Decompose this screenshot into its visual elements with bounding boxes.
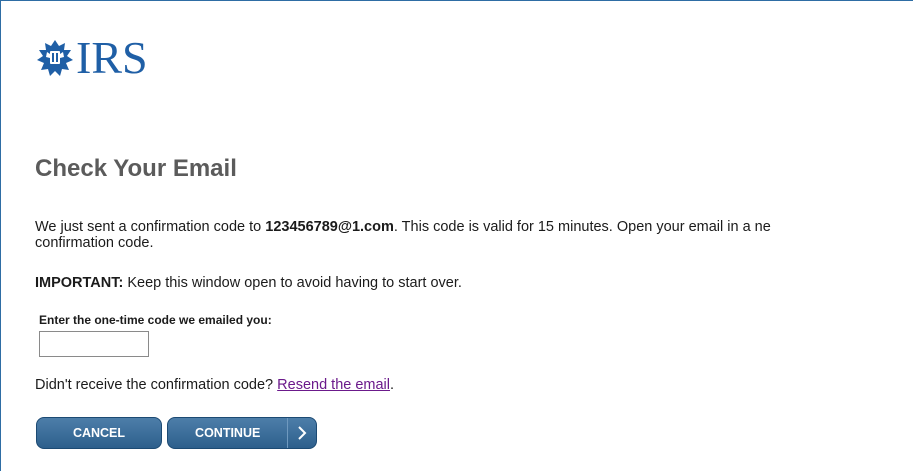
message-text-start: We just sent a confirmation code to [35,219,266,235]
confirmation-message: We just sent a confirmation code to 1234… [35,219,913,251]
resend-email-link[interactable]: Resend the email [277,377,390,393]
logo-text: IRS [76,32,148,83]
continue-button-label: CONTINUE [195,426,261,440]
continue-button[interactable]: CONTINUE [167,417,317,449]
message-line-1: We just sent a confirmation code to 1234… [35,219,913,235]
message-line-2: confirmation code. [35,235,154,251]
important-notice: IMPORTANT: Keep this window open to avoi… [35,275,462,291]
important-text: Keep this window open to avoid having to… [123,275,462,291]
resend-text: Didn't receive the confirmation code? [35,377,278,393]
code-field-label: Enter the one-time code we emailed you: [39,313,272,327]
cancel-button[interactable]: CANCEL [36,417,162,449]
resend-line: Didn't receive the confirmation code? Re… [35,377,394,393]
irs-logo[interactable]: IRS [35,35,148,81]
email-address: 123456789@1.com [265,219,394,235]
page-title: Check Your Email [35,155,237,182]
chevron-right-icon [287,418,316,448]
message-text-end: . This code is valid for 15 minutes. Ope… [393,219,771,235]
one-time-code-input[interactable] [39,331,149,357]
resend-suffix: . [390,377,395,393]
important-label: IMPORTANT: [35,275,124,291]
irs-eagle-emblem-icon [37,40,73,76]
cancel-button-label: CANCEL [72,426,126,440]
page-frame: IRS Check Your Email We just sent a conf… [0,0,913,471]
